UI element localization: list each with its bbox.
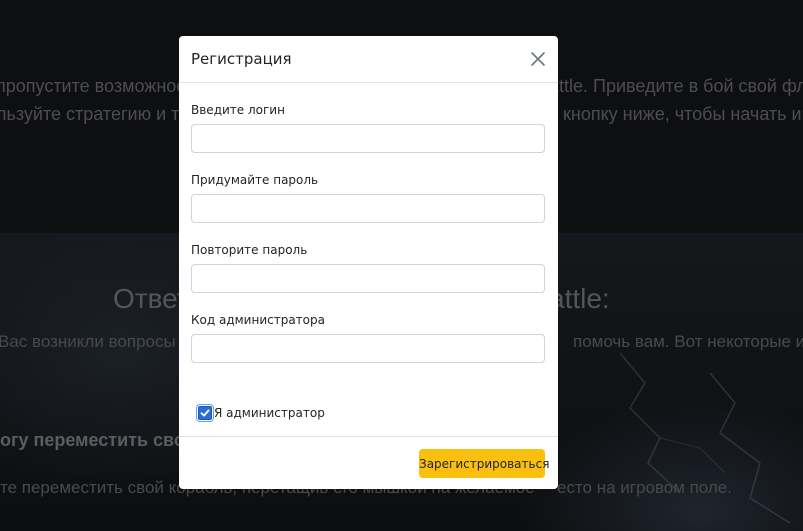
- password-label: Придумайте пароль: [191, 173, 319, 187]
- registration-modal: Регистрация Введите логин Придумайте пар…: [179, 36, 558, 489]
- modal-title: Регистрация: [191, 50, 292, 68]
- repeat-password-label: Повторите пароль: [191, 243, 308, 257]
- close-icon: [531, 52, 545, 66]
- login-input[interactable]: [191, 124, 545, 153]
- repeat-password-input[interactable]: [191, 264, 545, 293]
- admin-checkbox-row: Я администратор: [198, 405, 325, 421]
- modal-footer: Зарегистрироваться: [179, 436, 558, 489]
- checkmark-icon: [200, 409, 210, 417]
- close-button[interactable]: [528, 49, 548, 69]
- admin-checkbox-label: Я администратор: [214, 406, 325, 420]
- password-input[interactable]: [191, 194, 545, 223]
- admin-code-input[interactable]: [191, 334, 545, 363]
- login-label: Введите логин: [191, 103, 285, 117]
- modal-header: Регистрация: [179, 36, 558, 83]
- register-button[interactable]: Зарегистрироваться: [419, 449, 549, 478]
- admin-code-label: Код администратора: [191, 313, 325, 327]
- admin-checkbox[interactable]: [198, 406, 212, 420]
